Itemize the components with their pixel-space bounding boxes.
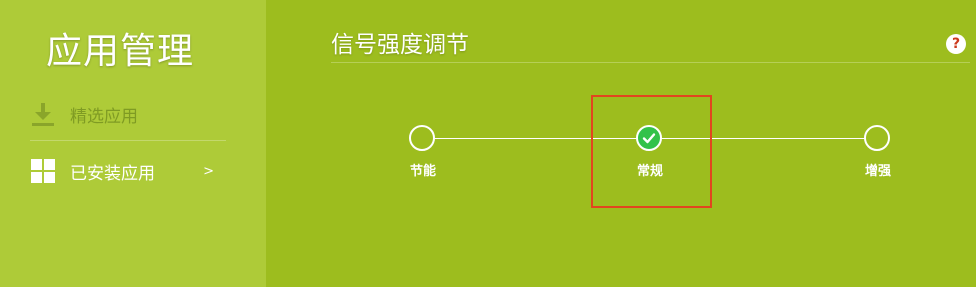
signal-option-label: 增强 xyxy=(864,164,891,179)
app-title: 应用管理 xyxy=(46,31,195,72)
help-icon[interactable]: ? xyxy=(946,34,966,54)
title-divider xyxy=(331,62,970,63)
sidebar-item-featured-apps[interactable]: 精选应用 xyxy=(30,99,226,129)
sidebar-item-label: 已安装应用 xyxy=(70,163,155,184)
sidebar-divider xyxy=(30,140,226,141)
selection-highlight-box xyxy=(591,95,712,208)
signal-option-power-saving[interactable] xyxy=(409,125,435,151)
chevron-right-icon: > xyxy=(203,163,214,179)
signal-option-enhanced[interactable] xyxy=(864,125,890,151)
download-icon xyxy=(30,101,56,127)
grid-icon xyxy=(30,158,56,184)
page-title: 信号强度调节 xyxy=(331,32,469,58)
signal-option-label: 节能 xyxy=(409,164,436,179)
sidebar-item-label: 精选应用 xyxy=(70,106,138,127)
sidebar: 应用管理 精选应用 已安装应用 > xyxy=(0,0,266,287)
sidebar-item-installed-apps[interactable]: 已安装应用 > xyxy=(30,156,226,186)
